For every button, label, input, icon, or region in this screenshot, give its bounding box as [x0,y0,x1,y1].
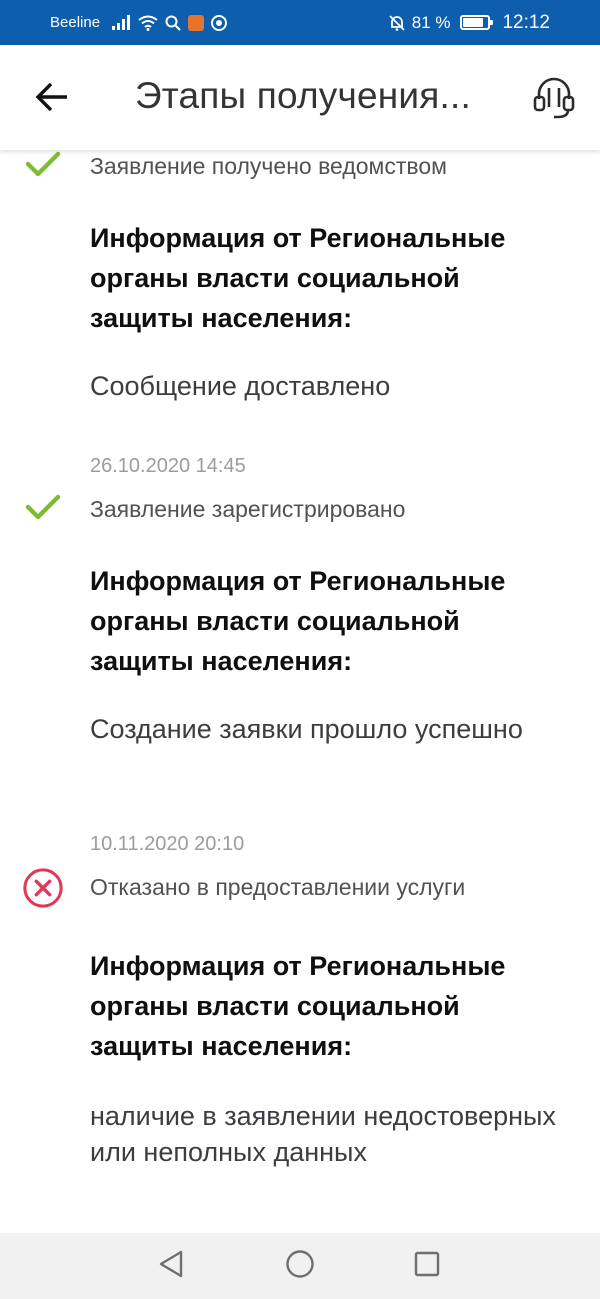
stage-date: 10.11.2020 20:10 [90,833,245,855]
nav-home-button[interactable] [280,1246,320,1286]
info-heading: Информация от Региональные органы власти… [90,951,506,1061]
info-heading: Информация от Региональные органы власти… [90,566,506,676]
info-heading: Информация от Региональные органы власти… [90,223,506,333]
signal-icon [111,14,131,31]
stage-date: 26.10.2020 14:45 [90,455,246,477]
do-not-disturb-icon [388,14,406,32]
check-icon [22,150,64,185]
system-navigation-bar [0,1233,600,1299]
clock: 12:12 [502,11,550,33]
stage-status: Заявление зарегистрировано [90,496,406,522]
chrome-icon [211,14,228,31]
info-message: наличие в заявлении недостоверных или не… [90,1101,556,1167]
headset-support-icon [530,73,578,126]
app-notification-icon [188,14,205,31]
info-message: Создание заявки прошло успешно [90,714,523,744]
carrier-name: Beeline [50,14,101,31]
wifi-icon [138,15,158,31]
system-status-bar: Beeline 81 % 12:12 [0,0,600,45]
stages-list[interactable]: Заявление получено ведомством Информация… [0,150,600,1233]
stage-status: Заявление получено ведомством [90,153,447,179]
arrow-left-icon [34,82,70,117]
recents-square-icon [413,1250,441,1283]
nav-recents-button[interactable] [407,1246,447,1286]
app-bar: Этапы получения... [0,45,600,150]
battery-icon [460,15,494,30]
home-circle-icon [285,1249,315,1284]
check-icon [22,486,64,528]
battery-percent: 81 % [411,12,451,32]
back-button[interactable] [30,77,74,121]
rejected-icon [22,867,64,909]
back-triangle-icon [157,1249,185,1284]
stage-status: Отказано в предоставлении услуги [90,874,466,900]
battery-level-fill [463,18,483,27]
search-icon [165,15,181,31]
info-message: Сообщение доставлено [90,371,391,401]
support-button[interactable] [528,73,580,125]
nav-back-button[interactable] [151,1246,191,1286]
page-title: Этапы получения... [135,75,471,116]
